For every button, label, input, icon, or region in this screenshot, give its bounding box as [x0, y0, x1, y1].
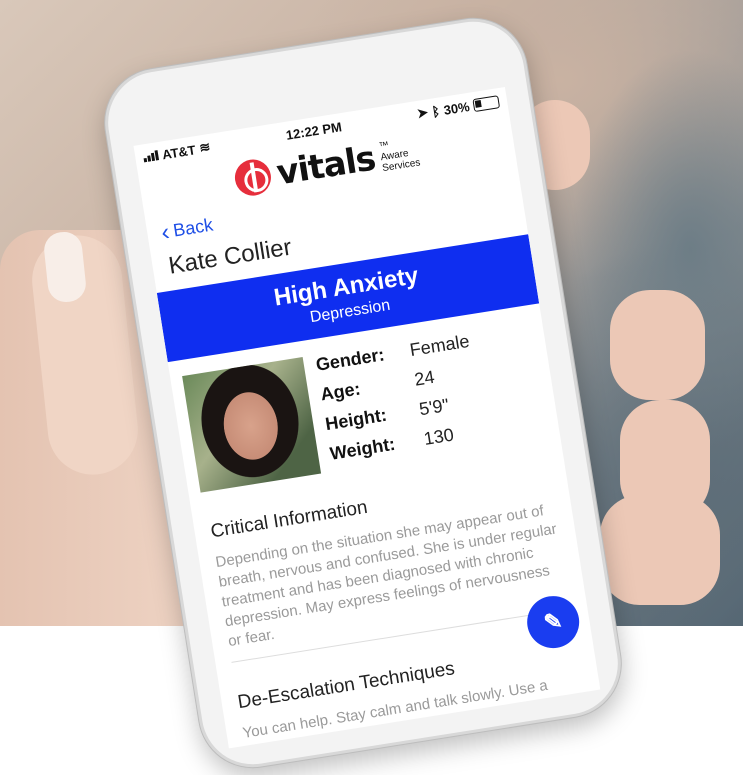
vitals-logo-icon: [232, 156, 274, 199]
finger: [610, 290, 705, 400]
location-icon: ➤: [416, 104, 430, 121]
patient-stats: Gender: Female Age: 24 Height: 5'9" Weig…: [314, 331, 486, 472]
pencil-icon: ✎: [542, 607, 565, 636]
brand-tagline: ™ Aware Services: [378, 135, 421, 173]
phone-screen: AT&T ≋ 12:22 PM ➤ ᛒ 30% vitals ™ Aware S…: [133, 87, 601, 749]
back-button[interactable]: ‹ Back: [159, 214, 215, 246]
status-time: 12:22 PM: [284, 118, 343, 143]
finger: [600, 495, 720, 605]
battery-icon: [472, 94, 501, 112]
chevron-left-icon: ‹: [159, 217, 172, 246]
signal-icon: [143, 150, 160, 163]
bluetooth-icon: ᛒ: [430, 103, 441, 120]
back-label: Back: [171, 214, 215, 241]
battery-percent: 30%: [442, 98, 471, 118]
carrier-label: AT&T: [161, 141, 197, 162]
patient-photo: [182, 357, 322, 493]
wifi-icon: ≋: [198, 138, 212, 156]
